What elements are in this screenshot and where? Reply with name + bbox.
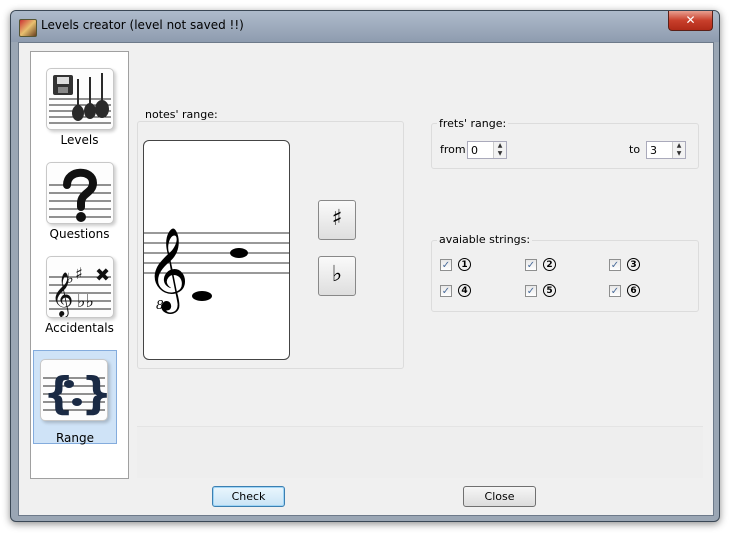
sidebar-item-questions[interactable]: Questions <box>31 150 128 244</box>
close-icon: ✕ <box>685 13 696 27</box>
title-bar[interactable]: Levels creator (level not saved !!) ✕ <box>11 11 719 42</box>
svg-text:}: } <box>81 368 107 419</box>
question-icon <box>46 162 114 224</box>
range-icon: { } <box>40 359 108 421</box>
check-button[interactable]: Check <box>212 486 285 507</box>
string-4-checkbox[interactable]: ✓ <box>440 285 452 297</box>
accidentals-icon: 𝄞 ♭ ♯ ♭♭ ✖ <box>46 256 114 318</box>
levels-creator-window: Levels creator (level not saved !!) ✕ Le… <box>10 10 720 522</box>
flat-icon: ♭ <box>331 262 343 287</box>
window-title: Levels creator (level not saved !!) <box>41 18 244 32</box>
string-1-label: 1 <box>458 258 471 271</box>
treble-clef-icon: 𝄞 <box>146 226 189 314</box>
from-fret-spinbox[interactable]: 0 ▲ ▼ <box>467 141 507 159</box>
sharp-icon: ♯ <box>331 206 343 231</box>
guitar-app-icon <box>19 19 37 37</box>
dialog-client-area: Levels Questions 𝄞 ♭ ♯ ♭♭ ✖ Accidentals … <box>18 42 714 516</box>
strings-group <box>431 240 699 312</box>
sidebar-item-label: Levels <box>60 133 99 147</box>
spin-down-arrow-icon[interactable]: ▼ <box>673 150 685 158</box>
clef-octave-number: 8 <box>156 298 164 312</box>
sharp-button[interactable]: ♯ <box>318 200 356 240</box>
spin-down-arrow-icon[interactable]: ▼ <box>494 150 506 158</box>
string-5-label: 5 <box>543 284 556 297</box>
high-note <box>230 248 248 258</box>
levels-icon <box>46 68 114 130</box>
to-fret-value: 3 <box>650 144 657 157</box>
svg-text:♭♭: ♭♭ <box>77 291 94 312</box>
from-label: from <box>440 143 466 156</box>
string-5-checkbox[interactable]: ✓ <box>525 285 537 297</box>
strings-label: avaiable strings: <box>437 233 533 246</box>
string-2-checkbox[interactable]: ✓ <box>525 259 537 271</box>
to-fret-spinbox[interactable]: 3 ▲ ▼ <box>646 141 686 159</box>
string-2-label: 2 <box>543 258 556 271</box>
notes-range-label: notes' range: <box>143 108 220 121</box>
string-6-label: 6 <box>627 284 640 297</box>
svg-text:{: { <box>43 368 74 419</box>
description-panel <box>137 426 703 478</box>
flat-button[interactable]: ♭ <box>318 256 356 296</box>
svg-text:✖: ✖ <box>95 265 110 286</box>
string-3-checkbox[interactable]: ✓ <box>609 259 621 271</box>
sidebar-item-accidentals[interactable]: 𝄞 ♭ ♯ ♭♭ ✖ Accidentals <box>31 244 128 338</box>
string-6-checkbox[interactable]: ✓ <box>609 285 621 297</box>
from-fret-value: 0 <box>471 144 478 157</box>
sidebar-item-label: Questions <box>49 227 110 241</box>
sidebar-nav: Levels Questions 𝄞 ♭ ♯ ♭♭ ✖ Accidentals … <box>30 51 129 479</box>
frets-range-label: frets' range: <box>437 117 509 130</box>
string-4-label: 4 <box>458 284 471 297</box>
close-window-button[interactable]: ✕ <box>668 11 713 31</box>
to-label: to <box>629 143 641 156</box>
svg-text:♭: ♭ <box>67 271 74 287</box>
string-3-label: 3 <box>627 258 640 271</box>
notes-range-staff[interactable]: 𝄞 8 <box>143 140 290 360</box>
svg-text:♯: ♯ <box>75 264 83 283</box>
string-1-checkbox[interactable]: ✓ <box>440 259 452 271</box>
sidebar-item-levels[interactable]: Levels <box>31 56 128 150</box>
close-button[interactable]: Close <box>463 486 536 507</box>
sidebar-item-label: Range <box>55 431 95 445</box>
low-note <box>192 291 212 301</box>
sidebar-item-label: Accidentals <box>45 321 114 335</box>
sidebar-item-range[interactable]: { } Range <box>33 350 117 445</box>
